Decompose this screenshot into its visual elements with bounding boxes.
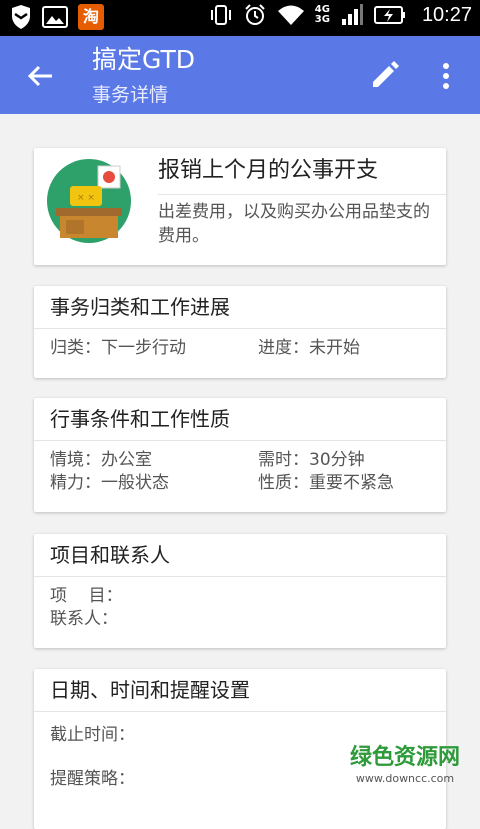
category-value: 归类：下一步行动	[50, 338, 186, 358]
svg-text:× ×: × ×	[77, 193, 95, 203]
task-description: 出差费用，以及购买办公用品垫支的费用。	[158, 202, 430, 246]
watermark-url: www.downcc.com	[355, 772, 455, 785]
time-needed-value: 需时：30分钟	[258, 450, 365, 470]
signal-icon	[340, 3, 364, 27]
divider	[158, 194, 446, 195]
context-value: 情境：办公室	[50, 450, 152, 470]
image-icon	[42, 6, 68, 28]
shield-icon	[10, 5, 32, 29]
project-contact-header: 项目和联系人	[50, 543, 170, 567]
edit-icon	[368, 61, 400, 96]
network-label-3g: 3G	[314, 14, 330, 25]
conditions-header: 行事条件和工作性质	[50, 407, 230, 431]
contact-label: 联系人：	[50, 609, 118, 629]
battery-icon	[373, 5, 406, 25]
vibrate-icon	[209, 4, 233, 26]
watermark: 绿色资源网 www.downcc.com	[345, 744, 465, 786]
taobao-icon: 淘	[78, 4, 104, 30]
more-options-button[interactable]	[434, 60, 458, 92]
app-title: 搞定GTD	[92, 45, 196, 74]
status-bar: 淘 4G 3G 10:27	[0, 0, 480, 36]
more-vert-icon	[434, 63, 458, 96]
classification-card[interactable]: 事务归类和工作进展 归类：下一步行动 进度：未开始	[34, 286, 446, 378]
back-arrow-icon	[24, 65, 56, 96]
page-subtitle: 事务详情	[92, 84, 169, 106]
nature-value: 性质：重要不紧急	[258, 473, 394, 493]
date-reminder-header: 日期、时间和提醒设置	[50, 678, 250, 702]
alarm-icon	[243, 3, 267, 27]
classification-header: 事务归类和工作进展	[50, 295, 230, 319]
clock: 10:27	[421, 3, 472, 26]
back-button[interactable]	[24, 60, 56, 92]
watermark-name: 绿色资源网	[349, 745, 460, 770]
task-illustration-icon: × ×	[46, 158, 132, 244]
task-title: 报销上个月的公事开支	[158, 158, 379, 183]
conditions-card[interactable]: 行事条件和工作性质 情境：办公室 需时：30分钟 精力：一般状态 性质：重要不紧…	[34, 398, 446, 512]
app-bar: 搞定GTD 事务详情	[0, 36, 480, 114]
project-contact-card[interactable]: 项目和联系人 项 目： 联系人：	[34, 534, 446, 648]
energy-value: 精力：一般状态	[50, 473, 169, 493]
edit-button[interactable]	[368, 60, 400, 92]
project-label: 项 目：	[50, 586, 123, 606]
task-summary-card[interactable]: × × 报销上个月的公事开支 出差费用，以及购买办公用品垫支的费用。	[34, 148, 446, 265]
progress-value: 进度：未开始	[258, 338, 360, 358]
wifi-icon	[277, 4, 305, 26]
